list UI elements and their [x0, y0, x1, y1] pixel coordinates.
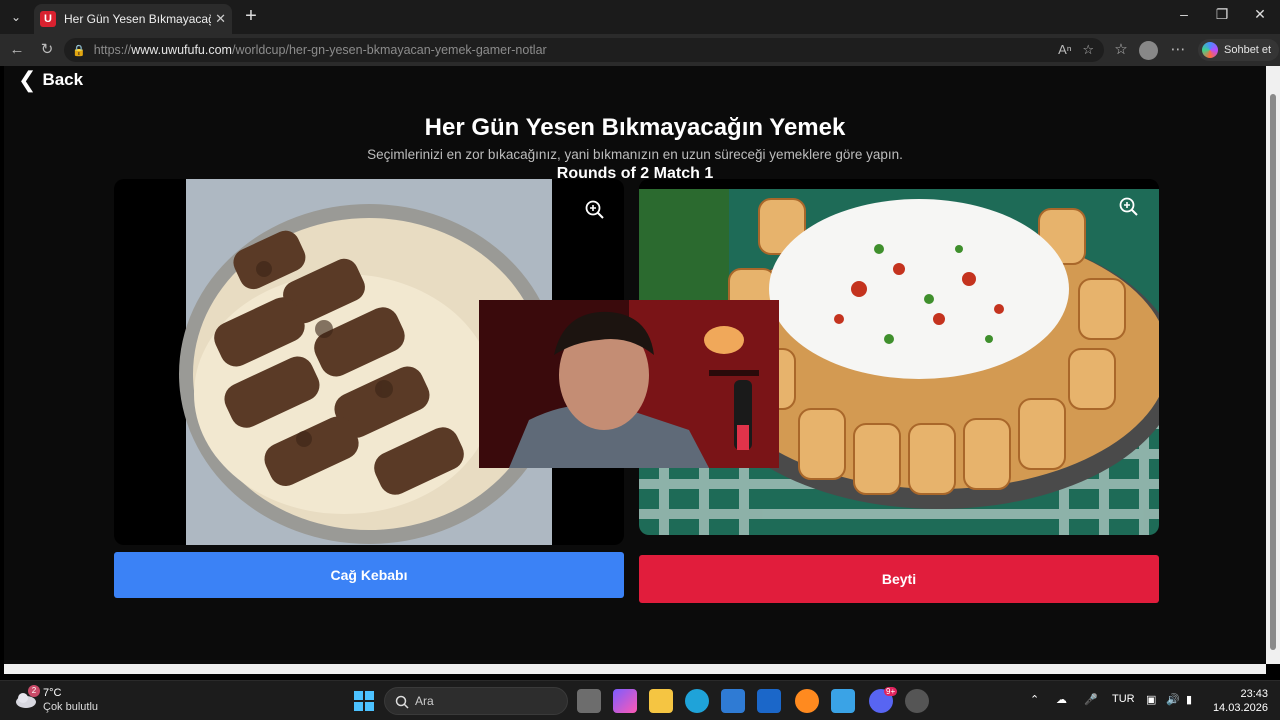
zoom-in-icon[interactable]	[1118, 196, 1140, 218]
profile-avatar[interactable]	[1139, 41, 1158, 60]
zoom-in-icon[interactable]	[584, 199, 606, 221]
address-bar[interactable]: 🔒 https://www.uwufufu.com/worldcup/her-g…	[64, 38, 1104, 62]
minimize-icon[interactable]: –	[1164, 6, 1204, 28]
tab-bar: ⌄ U Her Gün Yesen Bıkmayacağın Yemek ✕ +…	[0, 0, 1280, 34]
favorites-icon[interactable]: ☆	[1110, 39, 1132, 61]
back-label: Back	[42, 70, 84, 89]
clock-date: 14.03.2026	[1212, 702, 1268, 714]
choose-right-button[interactable]: Beyti	[639, 555, 1159, 603]
url-text: https://www.uwufufu.com/worldcup/her-gn-…	[93, 43, 547, 57]
network-icon[interactable]: ▣	[1146, 693, 1156, 706]
weather-condition: Çok bulutlu	[43, 701, 99, 713]
app-icon[interactable]	[831, 689, 855, 713]
new-tab-icon[interactable]: +	[240, 6, 262, 28]
outlook-icon[interactable]	[757, 689, 781, 713]
microphone-icon[interactable]: 🎤	[1084, 693, 1098, 706]
navigation-bar: ← ↻ 🔒 https://www.uwufufu.com/worldcup/h…	[0, 34, 1280, 66]
edge-icon[interactable]	[685, 689, 709, 713]
weather-temperature: 7°C	[43, 687, 62, 699]
volume-icon[interactable]: 🔊	[1166, 693, 1180, 706]
copilot-app-icon[interactable]	[613, 689, 637, 713]
webcam-overlay	[479, 300, 779, 468]
site-favicon-icon: U	[40, 11, 56, 27]
task-view-icon[interactable]	[577, 689, 601, 713]
store-icon[interactable]	[721, 689, 745, 713]
language-indicator[interactable]: TUR	[1112, 693, 1135, 705]
firefox-icon[interactable]	[795, 689, 819, 713]
restore-icon[interactable]: ❐	[1202, 6, 1242, 28]
scrollbar-thumb[interactable]	[1270, 94, 1276, 650]
discord-badge: 9+	[884, 687, 898, 696]
copilot-icon	[1202, 42, 1218, 58]
taskbar: 2 7°C Çok bulutlu Ara 9+ ⌃ ☁ 🎤 TUR ▣ 🔊 ▮…	[0, 680, 1280, 720]
search-placeholder: Ara	[415, 694, 434, 708]
weather-badge: 2	[28, 685, 40, 697]
search-icon	[395, 695, 409, 709]
show-hidden-icons-chevron-icon[interactable]: ⌃	[1030, 693, 1039, 706]
favorite-star-icon[interactable]: Aⁿ ☆	[1058, 42, 1094, 58]
clock-time: 23:43	[1240, 688, 1268, 700]
more-options-icon[interactable]: ⋯	[1167, 39, 1189, 61]
copilot-chat-label: Sohbet et	[1224, 44, 1272, 56]
lock-icon: 🔒	[72, 44, 86, 57]
refresh-icon[interactable]: ↻	[36, 39, 58, 61]
tab-actions-chevron-icon[interactable]: ⌄	[4, 6, 28, 28]
onedrive-icon[interactable]: ☁	[1056, 693, 1067, 706]
web-page: ❮ Back Her Gün Yesen Bıkmayacağın Yemek …	[4, 66, 1266, 664]
back-nav-icon[interactable]: ←	[6, 39, 28, 61]
horizontal-scrollbar[interactable]	[4, 664, 1266, 674]
back-button[interactable]: ❮ Back	[18, 67, 84, 92]
browser-tab[interactable]: U Her Gün Yesen Bıkmayacağın Yemek ✕	[34, 4, 232, 34]
windows-start-icon[interactable]	[352, 689, 376, 713]
page-title: Her Gün Yesen Bıkmayacağın Yemek	[424, 114, 846, 141]
choose-left-button[interactable]: Cağ Kebabı	[114, 552, 624, 598]
steam-icon[interactable]	[905, 689, 929, 713]
vertical-scrollbar[interactable]	[1266, 66, 1280, 664]
window-close-icon[interactable]: ✕	[1240, 6, 1280, 28]
battery-icon[interactable]: ▮	[1186, 693, 1192, 706]
taskbar-search[interactable]: Ara	[384, 687, 568, 715]
tab-title: Her Gün Yesen Bıkmayacağın Yemek	[64, 12, 211, 26]
tab-close-icon[interactable]: ✕	[215, 11, 226, 27]
page-subtitle: Seçimlerinizi en zor bıkacağınız, yani b…	[367, 147, 903, 162]
system-clock[interactable]: 23:43 14.03.2026	[1208, 687, 1268, 715]
file-explorer-icon[interactable]	[649, 689, 673, 713]
copilot-chat-button[interactable]: Sohbet et	[1198, 39, 1280, 61]
chevron-left-icon: ❮	[18, 67, 37, 92]
